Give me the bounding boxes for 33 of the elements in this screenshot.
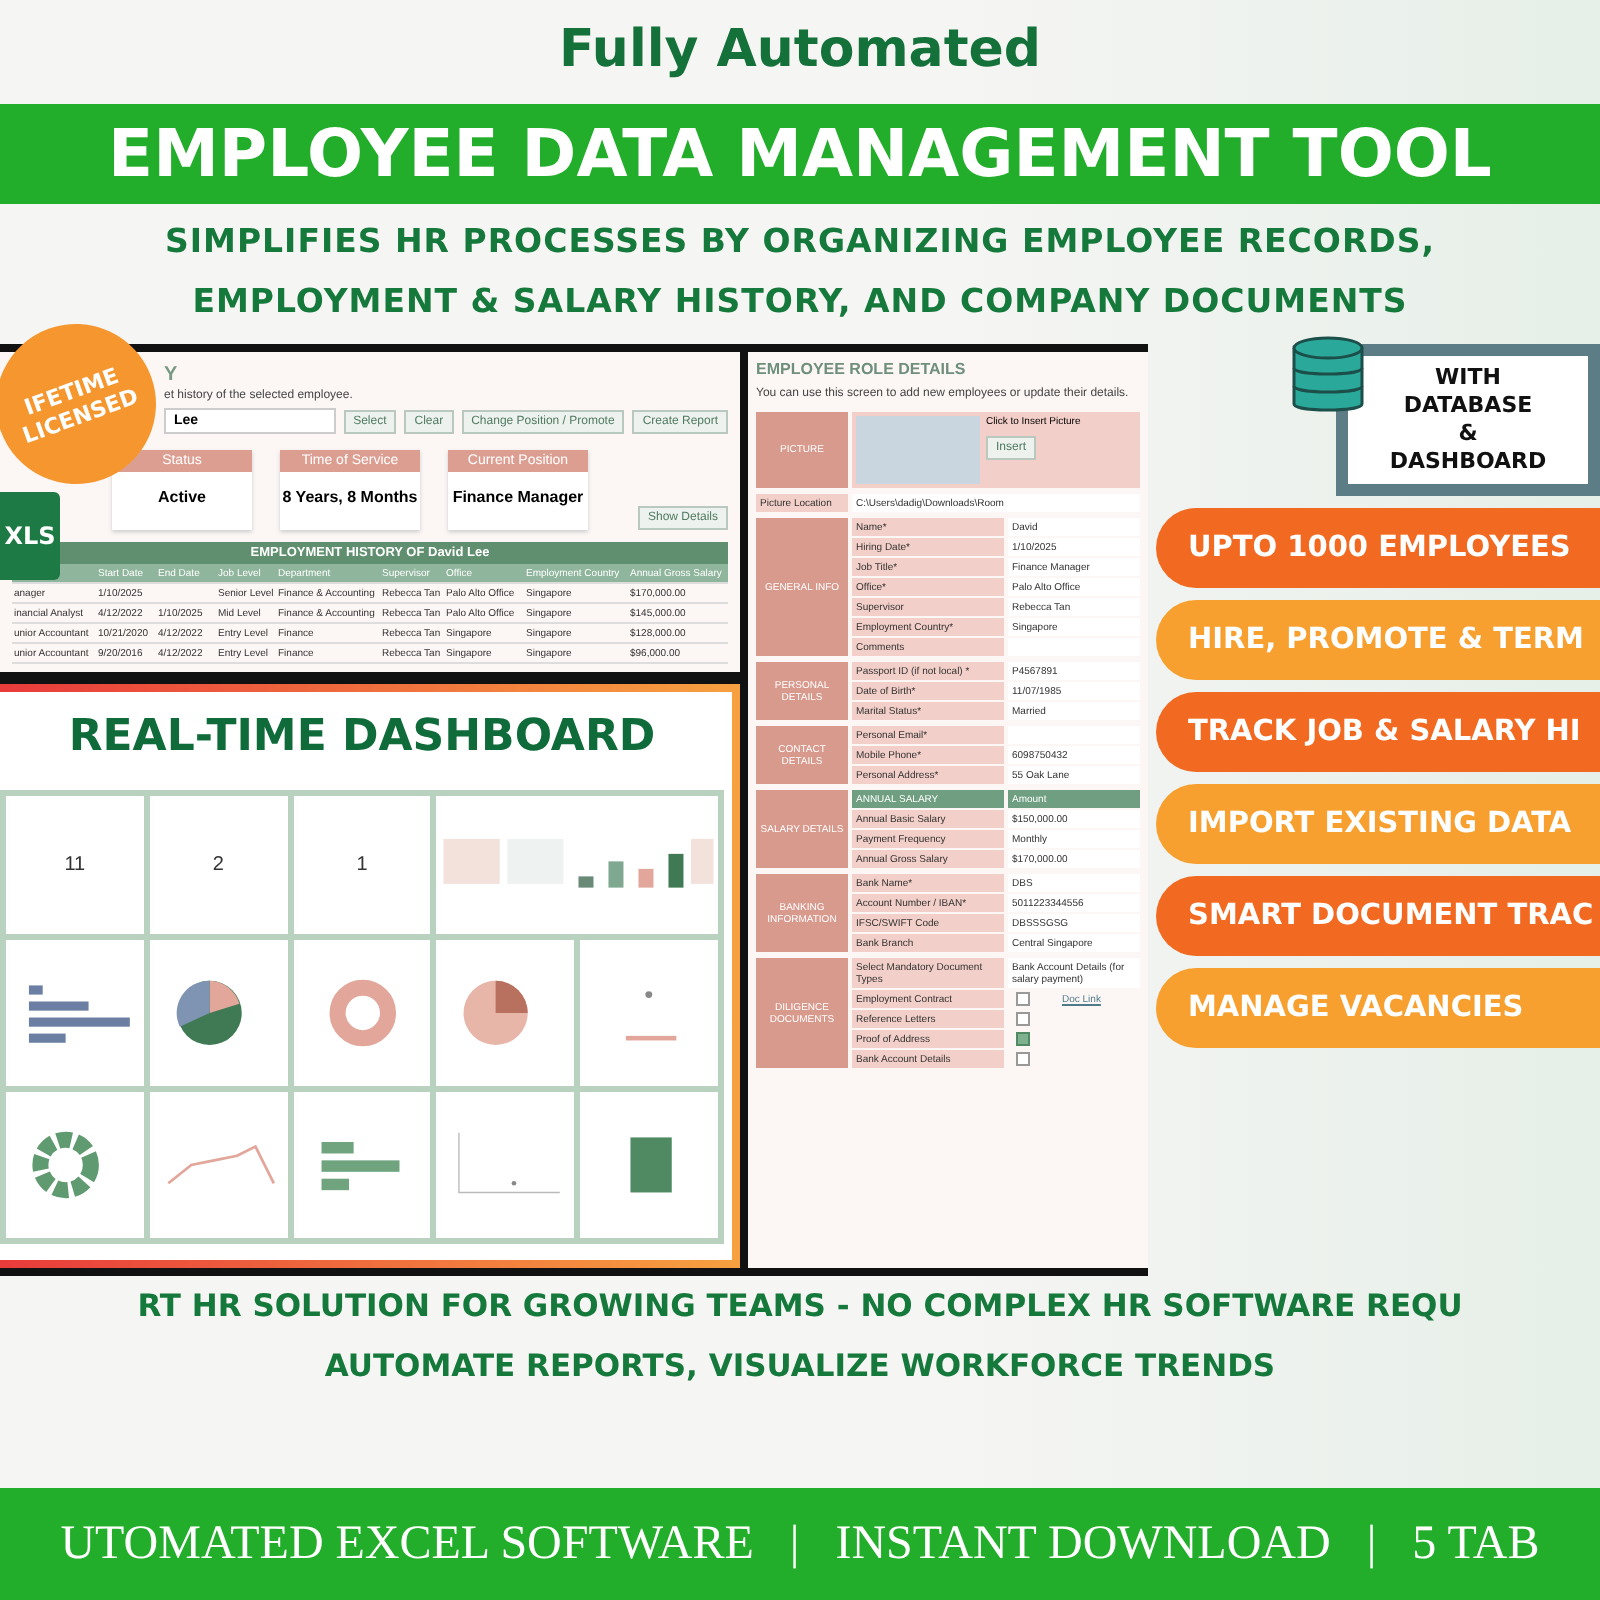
panel-heading: Y — [164, 364, 178, 386]
checkbox[interactable] — [1016, 992, 1030, 1006]
banner-text: INSTANT DOWNLOAD — [835, 1517, 1331, 1571]
feature-pill: MANAGE VACANCIES — [1156, 968, 1600, 1048]
feature-pill: IMPORT EXISTING DATA — [1156, 784, 1600, 864]
feature-pill: UPTO 1000 EMPLOYEES — [1156, 508, 1600, 588]
spreadsheet-file-icon: XLS — [0, 492, 60, 580]
kpi-value: 11 — [64, 854, 86, 877]
feature-pill: HIRE, PROMOTE & TERM — [1156, 600, 1600, 680]
title-banner: EMPLOYEE DATA MANAGEMENT TOOL — [0, 104, 1600, 204]
photo-placeholder — [856, 416, 980, 484]
checkbox[interactable] — [1016, 1012, 1030, 1026]
tagline-text: SIMPLIFIES HR PROCESSES BY ORGANIZING EMPLOYEE RECORDS, — [163, 220, 1437, 264]
kicker-text: Fully Automated — [556, 18, 1044, 84]
slogan-text: AUTOMATE REPORTS, VISUALIZE WORKFORCE TRENDS — [322, 1346, 1278, 1388]
kpi-value: 1 — [356, 854, 368, 877]
banner-text: UTOMATED EXCEL SOFTWARE — [60, 1517, 754, 1571]
checkbox[interactable] — [1016, 1032, 1030, 1046]
kpi-value: 2 — [212, 854, 224, 877]
banner-text: 5 TAB — [1412, 1517, 1540, 1571]
feature-pill: TRACK JOB & SALARY HI — [1156, 692, 1600, 772]
feature-pill: SMART DOCUMENT TRAC — [1156, 876, 1600, 956]
stat-value: 8 Years, 8 Months — [280, 486, 420, 510]
sign-text: WITH DATABASE & DASHBOARD — [1387, 364, 1549, 476]
checkbox[interactable] — [1016, 1052, 1030, 1066]
separator-text: | — [1366, 1517, 1377, 1571]
dashboard-title: REAL-TIME DASHBOARD — [66, 710, 658, 766]
stat-value: Finance Manager — [450, 486, 586, 510]
panel-heading: EMPLOYEE ROLE DETAILS — [756, 360, 968, 378]
stat-value: Active — [155, 486, 208, 510]
slogan-text: RT HR SOLUTION FOR GROWING TEAMS - NO COMPLEX HR SOFTWARE REQU — [135, 1286, 1465, 1328]
tagline-text: EMPLOYMENT & SALARY HISTORY, AND COMPANY DOCUMENTS — [190, 280, 1410, 324]
separator-text: | — [789, 1517, 800, 1571]
